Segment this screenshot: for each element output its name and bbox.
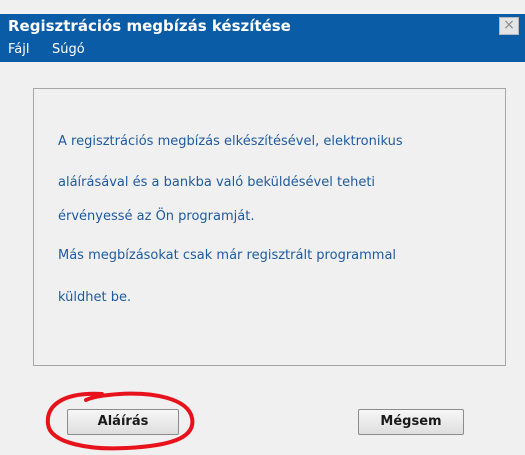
sign-button[interactable]: Aláírás xyxy=(67,409,179,435)
cancel-button[interactable]: Mégsem xyxy=(358,409,464,435)
menu-item-help[interactable]: Súgó xyxy=(52,42,85,58)
info-text-line: A regisztrációs megbízás elkészítésével,… xyxy=(58,134,403,149)
close-button[interactable]: × xyxy=(499,17,519,35)
menu-item-file[interactable]: Fájl xyxy=(8,42,29,58)
info-text-line: aláírásával és a bankba való beküldéséve… xyxy=(58,175,376,190)
window-title: Regisztrációs megbízás készítése xyxy=(8,17,291,35)
dialog-window: Regisztrációs megbízás készítése × Fájl … xyxy=(0,0,525,455)
info-text-line: érvényessé az Ön programját. xyxy=(58,209,255,224)
info-text-line: küldhet be. xyxy=(58,290,132,305)
info-panel: A regisztrációs megbízás elkészítésével,… xyxy=(33,88,506,366)
info-text-line: Más megbízásokat csak már regisztrált pr… xyxy=(58,248,397,263)
title-bar: Regisztrációs megbízás készítése × xyxy=(0,14,525,38)
menu-bar: Fájl Súgó xyxy=(0,38,525,62)
close-icon: × xyxy=(503,17,515,33)
